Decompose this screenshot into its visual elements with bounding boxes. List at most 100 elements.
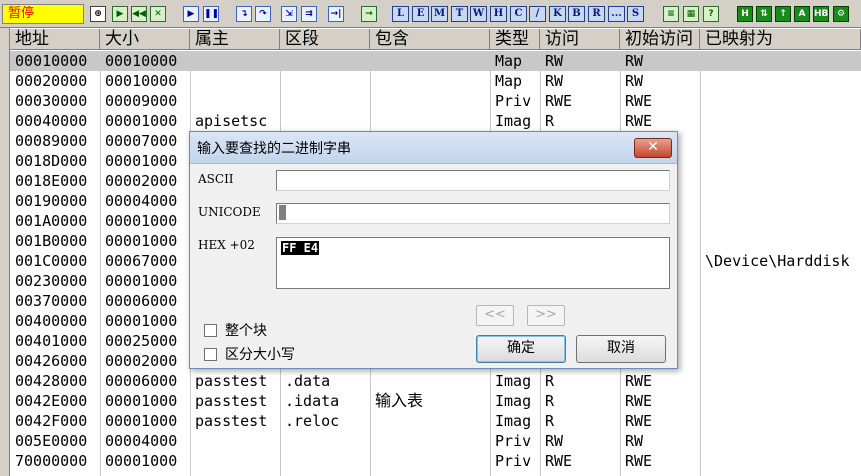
plugin-a-icon[interactable]: A: [794, 6, 810, 22]
cell-mapped-as: [700, 71, 861, 91]
window-h-button[interactable]: H: [490, 6, 507, 22]
cell-size: 00001000: [105, 312, 178, 330]
table-row[interactable]: 00020000 00010000 Map RW RW: [10, 71, 861, 91]
cell-type: Imag: [495, 392, 532, 410]
step-into-icon[interactable]: ↴: [236, 6, 252, 22]
window-l-button[interactable]: L: [392, 6, 409, 22]
table-row[interactable]: 00040000 00001000 apisetsc Imag R RWE: [10, 111, 861, 131]
previous-button[interactable]: <<: [476, 305, 514, 326]
cell-initial-access: RWE: [625, 372, 653, 390]
cell-type: Map: [495, 72, 523, 90]
cell-section: .reloc: [285, 412, 340, 430]
unicode-label: UNICODE: [198, 205, 261, 219]
plugin-lock-icon[interactable]: ⚙: [833, 6, 849, 22]
close-button[interactable]: ✕: [634, 138, 672, 158]
column-header-type[interactable]: 类型: [490, 29, 540, 50]
window-slash-button[interactable]: /: [529, 6, 546, 22]
cell-access: R: [545, 412, 555, 430]
table-row[interactable]: 00428000 00006000 passtest .data Imag R RWE: [10, 371, 861, 391]
step-over-icon[interactable]: ↷: [255, 6, 271, 22]
window-r-button[interactable]: R: [588, 6, 605, 22]
cell-address: 001C0000: [15, 252, 88, 270]
cell-type: Imag: [495, 112, 532, 130]
column-header-access[interactable]: 访问: [540, 29, 620, 50]
ok-button[interactable]: 确定: [476, 335, 566, 363]
close-icon: ✕: [647, 139, 659, 155]
cell-size: 00001000: [105, 152, 178, 170]
table-row[interactable]: 00030000 00009000 Priv RWE RWE: [10, 91, 861, 111]
open-icon[interactable]: ⊕: [90, 6, 106, 22]
plugin-h-icon[interactable]: H: [737, 6, 753, 22]
window-border: [0, 28, 10, 476]
column-header-contains[interactable]: 包含: [370, 29, 490, 50]
binary-search-dialog: 输入要查找的二进制字串 ✕ ASCII UNICODE HEX +02 FF E…: [189, 131, 678, 369]
help-icon[interactable]: ?: [703, 6, 719, 22]
execute-till-return-icon[interactable]: →|: [328, 6, 344, 22]
cell-section: .data: [285, 372, 331, 390]
window-s-button[interactable]: S: [627, 6, 644, 22]
table-row[interactable]: 00010000 00010000 Map RW RW: [10, 51, 861, 71]
cell-size: 00002000: [105, 172, 178, 190]
ascii-input[interactable]: [276, 170, 670, 191]
pause-icon[interactable]: ❚❚: [203, 6, 219, 22]
cell-type: Priv: [495, 452, 532, 470]
window-t-button[interactable]: T: [451, 6, 468, 22]
window-c-button[interactable]: C: [510, 6, 527, 22]
cell-mapped-as: [700, 231, 861, 251]
go-to-icon[interactable]: →: [361, 6, 377, 22]
cell-owner: apisetsc: [195, 112, 268, 130]
unicode-input[interactable]: [276, 203, 670, 224]
cell-size: 00002000: [105, 352, 178, 370]
cell-size: 00001000: [105, 392, 178, 410]
cell-type: Map: [495, 52, 523, 70]
cell-mapped-as: [700, 411, 861, 431]
cell-size: 00006000: [105, 292, 178, 310]
cell-mapped-as: [700, 291, 861, 311]
cell-size: 00001000: [105, 232, 178, 250]
cell-contains: [370, 371, 490, 391]
trace-over-icon[interactable]: ⇉: [301, 6, 317, 22]
cell-access: RW: [545, 432, 564, 450]
cell-access: R: [545, 372, 555, 390]
next-button[interactable]: >>: [527, 305, 565, 326]
close-program-icon[interactable]: ◀◀: [131, 6, 147, 22]
case-sensitive-label: 区分大小写: [225, 347, 295, 363]
window-more-button[interactable]: ...: [608, 6, 625, 22]
window-k-button[interactable]: K: [549, 6, 566, 22]
run-icon[interactable]: ▶: [183, 6, 199, 22]
grid-icon[interactable]: ▦: [683, 6, 699, 22]
plugin-a1-icon[interactable]: ↑: [775, 6, 791, 22]
table-row[interactable]: 0042F000 00001000 passtest .reloc Imag R RWE: [10, 411, 861, 431]
hex-input[interactable]: FF E4: [276, 237, 670, 289]
column-header-mapped-as[interactable]: 已映射为: [700, 29, 861, 50]
window-e-button[interactable]: E: [412, 6, 429, 22]
list-icon[interactable]: ≡: [663, 6, 679, 22]
column-header-owner[interactable]: 属主: [190, 29, 280, 50]
column-header-address[interactable]: 地址: [10, 29, 100, 50]
window-w-button[interactable]: W: [470, 6, 487, 22]
column-header-initial-access[interactable]: 初始访问: [620, 29, 700, 50]
cell-type: Priv: [495, 432, 532, 450]
column-header-size[interactable]: 大小: [100, 29, 190, 50]
cell-section: [280, 451, 370, 471]
plugin-hb-icon[interactable]: HB: [813, 6, 829, 22]
ascii-label: ASCII: [198, 172, 234, 186]
cell-section: [280, 431, 370, 451]
restart-icon[interactable]: ▶: [112, 6, 128, 22]
case-sensitive-checkbox[interactable]: 区分大小写: [204, 344, 295, 364]
table-row[interactable]: 005E0000 00004000 Priv RW RW: [10, 431, 861, 451]
cell-initial-access: RWE: [625, 392, 653, 410]
whole-block-checkbox[interactable]: 整个块: [204, 320, 267, 340]
cell-initial-access: RWE: [625, 112, 653, 130]
column-header-section[interactable]: 区段: [280, 29, 370, 50]
cell-size: 00007000: [105, 132, 178, 150]
terminate-icon[interactable]: ✕: [150, 6, 166, 22]
table-row[interactable]: 0042E000 00001000 passtest .idata 输入表 Imag R RW…: [10, 391, 861, 411]
cancel-button[interactable]: 取消: [576, 335, 666, 363]
window-b-button[interactable]: B: [568, 6, 585, 22]
plugin-swap-icon[interactable]: ⇅: [756, 6, 772, 22]
table-row[interactable]: 70000000 00001000 Priv RWE RWE: [10, 451, 861, 471]
window-m-button[interactable]: M: [431, 6, 448, 22]
trace-into-icon[interactable]: ⇲: [281, 6, 297, 22]
dialog-titlebar[interactable]: 输入要查找的二进制字串 ✕: [190, 132, 677, 164]
